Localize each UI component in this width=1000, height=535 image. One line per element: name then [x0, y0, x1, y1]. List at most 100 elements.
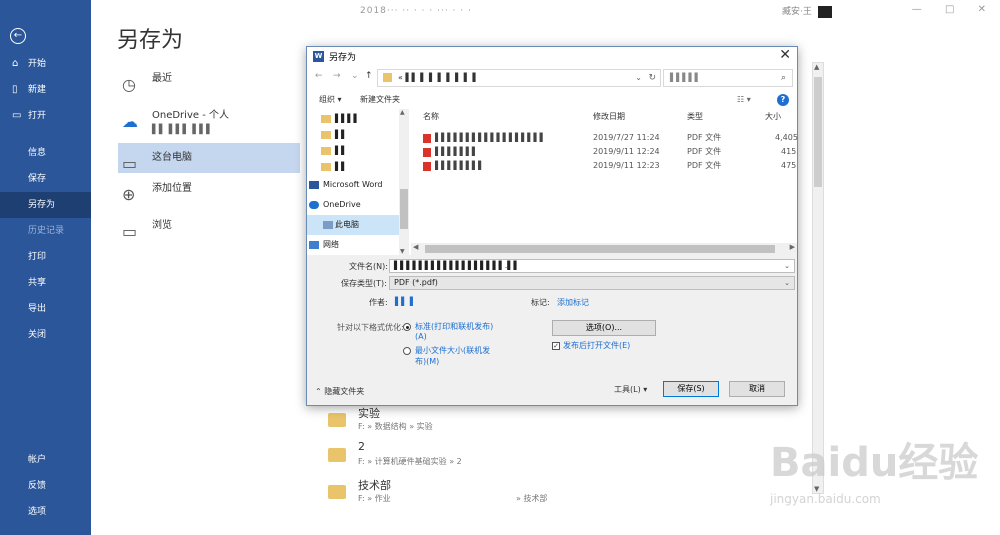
folder-icon	[321, 131, 331, 139]
author-value[interactable]: ▌▌ ▌	[395, 297, 416, 306]
folder-icon	[321, 163, 331, 171]
scroll-thumb[interactable]	[425, 245, 775, 253]
chevron-down-icon[interactable]: ⌄	[351, 71, 359, 81]
scroll-thumb[interactable]	[400, 189, 408, 229]
location-this-pc[interactable]: ▭ 这台电脑	[118, 143, 300, 173]
tools-button[interactable]: 工具(L) ▾	[614, 384, 647, 395]
nav-item-share[interactable]: 共享	[0, 270, 91, 296]
column-date[interactable]: 修改日期	[593, 109, 625, 125]
file-row[interactable]: ▌▌▌▌▌▌▌ 2019/9/11 12:24 PDF 文件 415	[411, 145, 797, 159]
pdf-icon	[423, 162, 431, 171]
address-row: ← → ⌄ ↑ « ▌▌ ▌ ▌ ▌ ▌ ▌ ▌ ▌ ⌄ ↻ ▌▌▌▌▌ ⌕	[307, 69, 797, 87]
add-tags-link[interactable]: 添加标记	[557, 297, 589, 308]
scroll-up-icon[interactable]: ▲	[814, 63, 819, 71]
radio-min-size[interactable]	[403, 347, 411, 355]
save-button[interactable]: 保存(S)	[663, 381, 719, 397]
file-row[interactable]: ▌▌▌▌▌▌▌▌ 2019/9/11 12:23 PDF 文件 475	[411, 159, 797, 173]
filetype-label: 保存类型(T):	[341, 279, 387, 288]
close-button[interactable]: ✕	[978, 4, 986, 15]
radio-min-label[interactable]: 最小文件大小(联机发	[415, 345, 490, 356]
back-arrow-icon[interactable]: ←	[10, 28, 26, 44]
document-title: 2018··· ·· · · · ··· · · ·	[360, 6, 472, 16]
chevron-down-icon[interactable]: ⌄	[635, 70, 642, 86]
forward-icon[interactable]: →	[333, 71, 341, 81]
view-options-icon[interactable]: ☷ ▾	[737, 91, 751, 109]
location-browse[interactable]: ▭ 浏览	[118, 211, 300, 241]
tree-item-word[interactable]: Microsoft Word	[309, 175, 383, 195]
filetype-select[interactable]: PDF (*.pdf) ⌄	[389, 276, 795, 290]
nav-item-close[interactable]: 关闭	[0, 322, 91, 348]
chevron-down-icon[interactable]: ⌄	[784, 260, 790, 272]
radio-standard[interactable]	[403, 323, 411, 331]
search-input[interactable]: ▌▌▌▌▌ ⌕	[663, 69, 793, 87]
cancel-button[interactable]: 取消	[729, 381, 785, 397]
nav-item-home[interactable]: ⌂ 开始	[0, 51, 91, 77]
tree-item-this-pc[interactable]: 此电脑	[307, 215, 399, 235]
refresh-icon[interactable]: ↻	[648, 70, 656, 86]
chevron-down-icon[interactable]: ⌄	[784, 277, 790, 289]
maximize-button[interactable]: □	[945, 4, 954, 15]
filename-field[interactable]: ▌▌▌▌▌▌▌▌▌▌▌▌▌▌▌▌▌▌.▌▌ ⌄	[389, 259, 795, 273]
save-as-dialog: W 另存为 ✕ ← → ⌄ ↑ « ▌▌ ▌ ▌ ▌ ▌ ▌ ▌ ▌ ⌄ ↻ ▌…	[306, 46, 798, 406]
nav-item-options[interactable]: 选项	[0, 499, 91, 525]
search-icon: ⌕	[780, 73, 786, 83]
recent-folder-item[interactable]: 技术部 F: » 作业» 技术部	[328, 477, 808, 511]
folder-icon	[328, 413, 346, 427]
window-controls: — □ ✕	[892, 4, 986, 15]
dialog-toolbar: 组织 ▾ 新建文件夹 ☷ ▾ ?	[307, 91, 797, 109]
recent-folder-item[interactable]: 2 F: » 计算机硬件基础实验 » 2	[328, 440, 808, 474]
scroll-down-icon[interactable]: ▼	[400, 248, 405, 255]
folder-icon	[383, 73, 392, 82]
cloud-icon	[309, 201, 319, 209]
column-name[interactable]: 名称	[423, 109, 439, 125]
nav-item-feedback[interactable]: 反馈	[0, 473, 91, 499]
user-account[interactable]: 臧安·王	[782, 4, 832, 18]
column-size[interactable]: 大小	[765, 109, 781, 125]
file-list-hscrollbar[interactable]: ◀ ▶	[411, 243, 797, 255]
scroll-up-icon[interactable]: ▲	[400, 109, 405, 116]
home-icon: ⌂	[12, 58, 19, 69]
location-onedrive[interactable]: ☁ OneDrive - 个人 ▌▌ ▌▌▌ ▌▌▌	[118, 106, 300, 142]
file-row[interactable]: ▌▌▌▌▌▌▌▌▌▌▌▌▌▌▌▌▌▌ 2019/7/27 11:24 PDF 文…	[411, 131, 798, 145]
minimize-button[interactable]: —	[912, 4, 922, 15]
tree-item-onedrive[interactable]: OneDrive	[309, 195, 361, 215]
scroll-left-icon[interactable]: ◀	[413, 243, 418, 251]
pdf-icon	[423, 148, 431, 157]
radio-min-label-2: 布)(M)	[415, 357, 440, 366]
radio-standard-label[interactable]: 标准(打印和联机发布)	[415, 321, 493, 332]
scroll-right-icon[interactable]: ▶	[790, 243, 795, 251]
tree-item-network[interactable]: 网络	[309, 235, 339, 255]
help-icon[interactable]: ?	[777, 94, 789, 106]
tree-item[interactable]: ▌▌	[321, 157, 347, 177]
nav-item-open[interactable]: ▭ 打开	[0, 103, 91, 129]
open-folder-icon: ▭	[12, 110, 22, 121]
back-icon[interactable]: ←	[315, 71, 323, 81]
scroll-thumb[interactable]	[814, 77, 822, 187]
nav-item-print[interactable]: 打印	[0, 244, 91, 270]
nav-item-export[interactable]: 导出	[0, 296, 91, 322]
options-button[interactable]: 选项(O)...	[552, 320, 656, 336]
word-icon	[309, 181, 319, 189]
address-bar[interactable]: « ▌▌ ▌ ▌ ▌ ▌ ▌ ▌ ▌ ⌄ ↻	[377, 69, 661, 87]
word-icon: W	[313, 51, 324, 62]
tags-label: 标记:	[531, 298, 550, 307]
tree-scrollbar[interactable]: ▲ ▼	[399, 109, 409, 255]
up-icon[interactable]: ↑	[365, 71, 373, 81]
network-icon	[309, 241, 319, 249]
open-after-checkbox[interactable]: ✓	[552, 342, 560, 350]
organize-button[interactable]: 组织 ▾	[319, 91, 342, 109]
nav-item-save-as[interactable]: 另存为	[0, 192, 91, 218]
nav-item-account[interactable]: 帐户	[0, 447, 91, 473]
recent-folder-item[interactable]: 实验 F: » 数据结构 » 实验	[328, 405, 808, 439]
nav-item-history[interactable]: 历史记录	[0, 218, 91, 244]
nav-item-save[interactable]: 保存	[0, 166, 91, 192]
open-after-label[interactable]: 发布后打开文件(E)	[563, 340, 630, 351]
new-folder-button[interactable]: 新建文件夹	[360, 91, 400, 109]
location-recent[interactable]: ◷ 最近	[118, 64, 300, 94]
nav-item-new[interactable]: ▯ 新建	[0, 77, 91, 103]
column-type[interactable]: 类型	[687, 109, 703, 125]
close-icon[interactable]: ✕	[779, 47, 791, 63]
location-add-place[interactable]: ⊕ 添加位置	[118, 174, 300, 204]
hide-folders-toggle[interactable]: ⌃ 隐藏文件夹	[315, 386, 364, 397]
nav-item-info[interactable]: 信息	[0, 140, 91, 166]
